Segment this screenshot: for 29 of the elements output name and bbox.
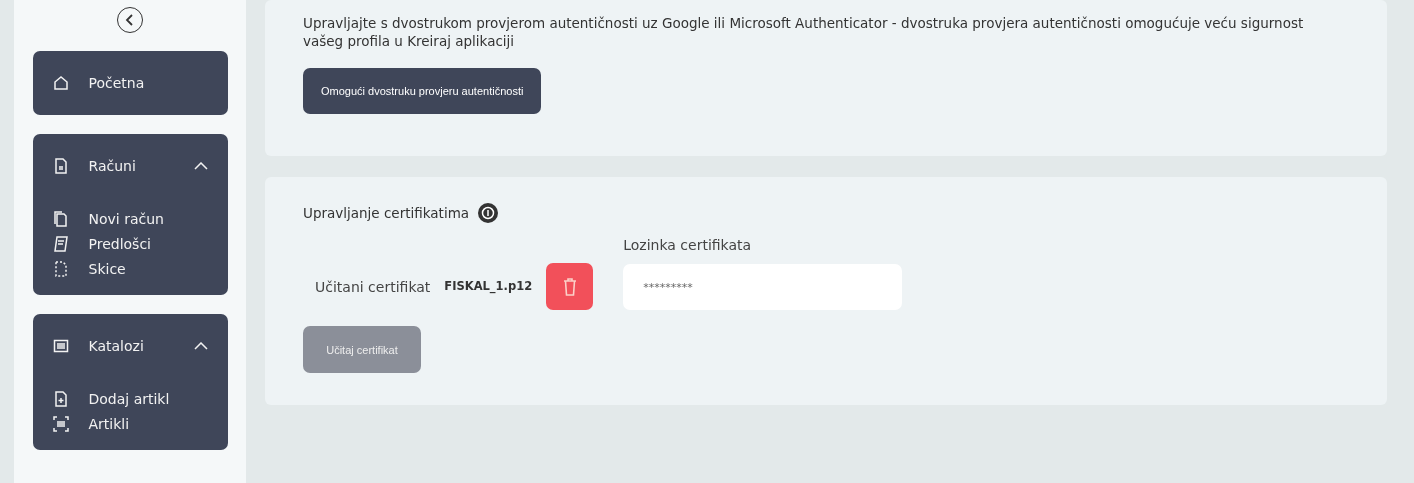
template-icon (52, 235, 69, 252)
home-icon (52, 75, 69, 91)
section-title: Upravljanje certifikatima (303, 205, 470, 221)
loaded-certificate-label: Učitani certifikat (315, 279, 431, 295)
documents-icon (52, 210, 69, 227)
chevron-up-icon[interactable] (193, 342, 208, 350)
submenu-item[interactable]: Artikli (88, 415, 130, 432)
list-icon (52, 338, 69, 354)
menu-item[interactable]: Katalozi (88, 338, 174, 354)
document-icon (52, 158, 69, 174)
dashed-document-icon (52, 260, 69, 277)
submenu-item[interactable]: Dodaj artikl (88, 390, 170, 407)
enable-2fa-button[interactable]: Omogući dvostruku provjeru autentičnosti (303, 68, 542, 114)
menu-item[interactable]: Početna (88, 75, 208, 91)
chevron-up-icon[interactable] (193, 162, 208, 170)
submenu-item[interactable]: Novi račun (88, 210, 164, 227)
submenu-item[interactable]: Predlošci (88, 235, 151, 252)
chevron-left-icon (125, 14, 135, 26)
trash-icon (562, 277, 577, 296)
barcode-icon (52, 415, 69, 432)
info-icon[interactable] (478, 203, 499, 223)
submenu-item[interactable]: Skice (88, 260, 126, 277)
menu-item[interactable]: Računi (88, 158, 174, 174)
certificate-filename: FISKAL_1.p12 (444, 279, 533, 293)
delete-button[interactable] (546, 263, 594, 310)
password-field[interactable]: ********* (623, 264, 903, 310)
password-label: Lozinka certifikata (623, 237, 753, 253)
description-text: Upravljajte s dvostrukom provjerom autentičnosti uz Google ili Microsoft Authenticator - dvostruka provjera autentičnosti omogućuje veću sigurnost vašeg profila u Kreiraj aplikaciji (303, 14, 1305, 50)
add-document-icon (52, 390, 69, 407)
